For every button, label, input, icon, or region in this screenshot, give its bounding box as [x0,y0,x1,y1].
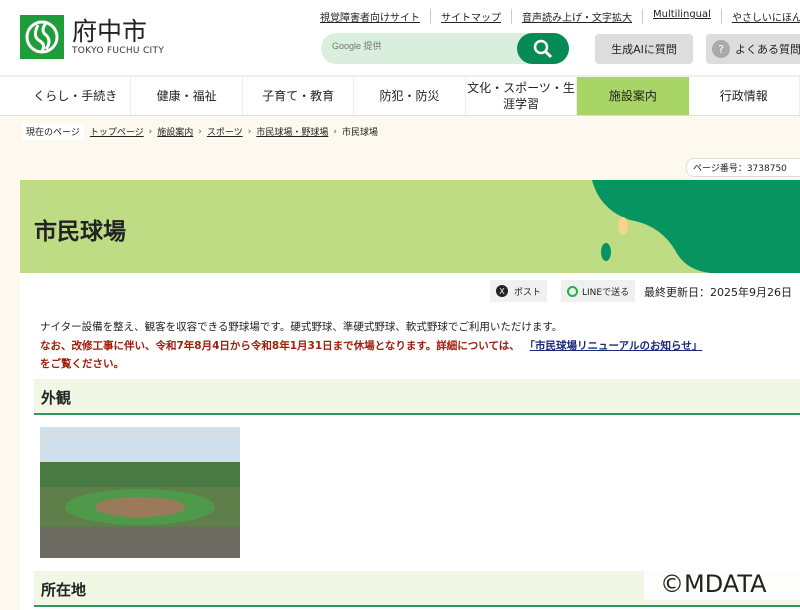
utility-links: 視覚障害者向けサイト サイトマップ 音声読み上げ・文字拡大 Multilingu… [320,9,800,24]
section-heading-exterior: 外観 [34,379,800,415]
search-input[interactable] [332,41,512,51]
banner-decoration-icon [592,180,800,273]
logo-subtitle: TOKYO FUCHU CITY [72,46,165,56]
notice-text: なお、改修工事に伴い、令和7年8月4日から令和8年1月31日まで休場となります。… [40,340,520,352]
main-content: 市民球場 X ポスト LINEで送る 最終更新日：2025年9月26日 ナイター設… [20,180,800,610]
stadium-photo [40,427,240,558]
site-header: 府中市 TOKYO FUCHU CITY 視覚障害者向けサイト サイトマップ 音… [0,0,800,75]
notice-text-end: をご覧ください。 [40,358,124,370]
title-banner: 市民球場 [20,180,800,273]
nav-administration[interactable]: 行政情報 [689,77,800,115]
city-emblem-icon [20,15,64,59]
renewal-notice-link[interactable]: 「市民球場リニューアルのお知らせ」 [530,340,703,352]
search-button[interactable] [517,33,569,64]
x-icon: X [496,285,508,297]
nav-living[interactable]: くらし・手続き [20,77,132,115]
nav-facilities[interactable]: 施設案内 [577,77,689,115]
breadcrumb-current: 市民球場 [341,128,378,138]
link-sitemap[interactable]: サイトマップ [430,9,511,24]
link-voice-reader[interactable]: 音声読み上げ・文字拡大 [511,9,642,24]
intro-text: ナイター設備を整え、観客を収容できる野球場です。硬式野球、準硬式野球、軟式野球で… [40,321,563,333]
line-share-button[interactable]: LINEで送る [561,280,636,302]
site-logo[interactable]: 府中市 TOKYO FUCHU CITY [20,15,164,59]
nav-culture-sports[interactable]: 文化・スポーツ・生涯学習 [466,77,578,115]
link-multilingual[interactable]: Multilingual [642,9,721,24]
question-icon: ? [712,40,730,58]
nav-childcare[interactable]: 子育て・教育 [243,77,355,115]
x-post-label: ポスト [514,287,542,298]
nav-safety[interactable]: 防犯・防災 [354,77,466,115]
logo-name: 府中市 [72,17,148,46]
breadcrumb: 現在のページ トップページ › 施設案内 › スポーツ › 市民球場・野球場 › 市民球… [22,123,378,140]
faq-button[interactable]: ? よくある質問 [706,34,800,64]
closure-notice: なお、改修工事に伴い、令和7年8月4日から令和8年1月31日まで休場となります。… [40,337,703,370]
link-easy-japanese[interactable]: やさしいにほんご [720,9,800,24]
breadcrumb-ballparks[interactable]: 市民球場・野球場 [256,125,328,138]
search-icon [533,39,553,58]
line-label: LINEで送る [582,287,630,298]
x-post-button[interactable]: X ポスト [490,280,548,302]
link-visually-impaired[interactable]: 視覚障害者向けサイト [320,9,430,24]
page-title: 市民球場 [34,219,126,245]
breadcrumb-label: 現在のページ [22,123,84,140]
nav-health[interactable]: 健康・福祉 [131,77,243,115]
global-nav: くらし・手続き 健康・福祉 子育て・教育 防犯・防災 文化・スポーツ・生涯学習 … [0,75,800,116]
last-updated: 最終更新日：2025年9月26日 [644,286,792,299]
watermark: ©MDATA [644,567,800,600]
breadcrumb-facilities[interactable]: 施設案内 [157,125,193,138]
faq-label: よくある質問 [735,43,800,56]
breadcrumb-sports[interactable]: スポーツ [207,125,243,138]
breadcrumb-top[interactable]: トップページ [90,125,144,138]
search-box [321,33,569,64]
page-number: ページ番号：3738750 [686,158,800,177]
line-icon [567,285,578,297]
ask-ai-button[interactable]: 生成AIに質問 [595,34,693,64]
